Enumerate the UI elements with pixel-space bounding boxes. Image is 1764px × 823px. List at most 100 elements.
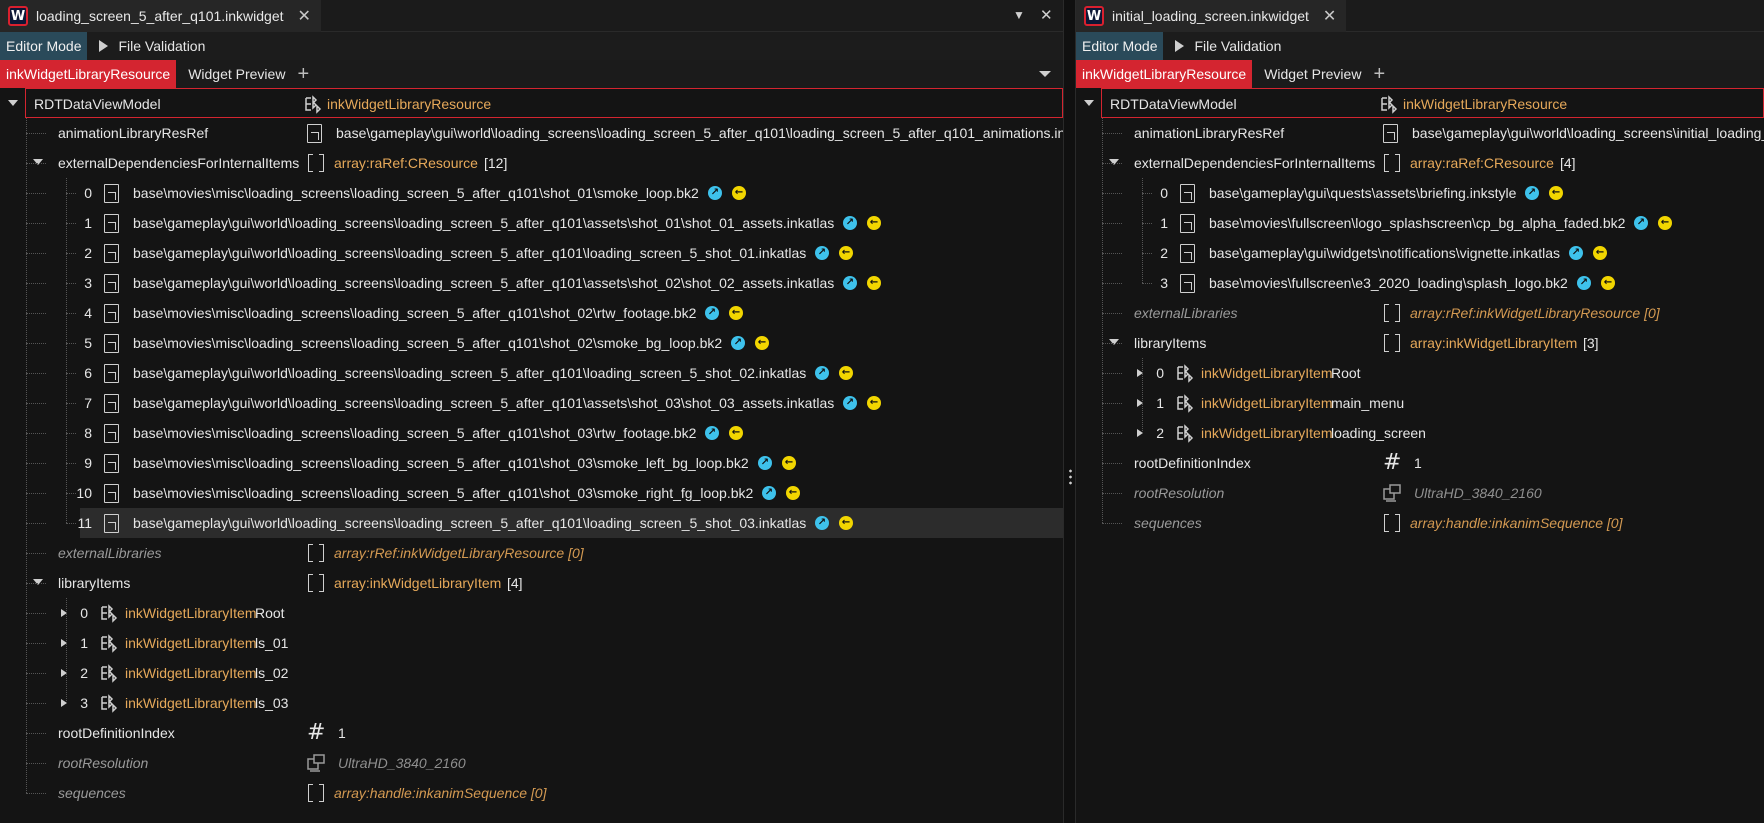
tree-row[interactable]: 4 base\movies\misc\loading_screens\loadin… <box>0 298 1063 328</box>
file-validation-button[interactable]: File Validation <box>99 38 205 54</box>
back-arrow-icon[interactable]: ← <box>755 336 769 350</box>
chevron-down-icon[interactable] <box>33 159 43 165</box>
close-icon[interactable]: ✕ <box>1323 6 1336 26</box>
back-arrow-icon[interactable]: ← <box>729 426 743 440</box>
pane-splitter[interactable] <box>1063 0 1076 823</box>
tree-row[interactable]: libraryItems array:inkWidgetLibraryItem [3… <box>1076 328 1764 358</box>
close-icon[interactable]: ✕ <box>1040 6 1053 24</box>
tree-guide <box>26 283 46 284</box>
tree-row[interactable]: 0 base\gameplay\gui\quests\assets\briefin… <box>1076 178 1764 208</box>
back-arrow-icon[interactable]: ← <box>839 516 853 530</box>
tree-row[interactable]: 5 base\movies\misc\loading_screens\loadin… <box>0 328 1063 358</box>
open-link-icon[interactable]: ↗ <box>815 516 829 530</box>
sequences-label: sequences <box>58 785 126 801</box>
open-link-icon[interactable]: ↗ <box>705 306 719 320</box>
tree-row[interactable]: externalDependenciesForInternalItems arra… <box>1076 148 1764 178</box>
tree-row[interactable]: 2 inkWidgetLibraryItem ls_02 <box>0 658 1063 688</box>
tree-row[interactable]: 1 base\gameplay\gui\world\loading_screens… <box>0 208 1063 238</box>
tree-row[interactable]: animationLibraryResRef base\gameplay\gui\… <box>0 118 1063 148</box>
open-link-icon[interactable]: ↗ <box>815 366 829 380</box>
tree-row[interactable]: 3 base\movies\fullscreen\e3_2020_loading\… <box>1076 268 1764 298</box>
tree-row[interactable]: rootResolution UltraHD_3840_2160 <box>0 748 1063 778</box>
editor-mode-button[interactable]: Editor Mode <box>0 32 88 60</box>
tab-inkwidgetlibraryresource[interactable]: inkWidgetLibraryResource <box>1076 60 1253 88</box>
back-arrow-icon[interactable]: ← <box>1593 246 1607 260</box>
tree-row[interactable]: animationLibraryResRef base\gameplay\gui\… <box>1076 118 1764 148</box>
tree-row[interactable]: 3 base\gameplay\gui\world\loading_screens… <box>0 268 1063 298</box>
open-link-icon[interactable]: ↗ <box>731 336 745 350</box>
tree-row[interactable]: 9 base\movies\misc\loading_screens\loadin… <box>0 448 1063 478</box>
back-arrow-icon[interactable]: ← <box>1549 186 1563 200</box>
chevron-down-icon[interactable] <box>8 100 18 106</box>
editor-mode-button[interactable]: Editor Mode <box>1076 32 1164 60</box>
tree-row-root[interactable]: RDTDataViewModel inkWidgetLibraryResource <box>1084 88 1764 118</box>
plus-icon[interactable]: + <box>297 64 309 84</box>
tree-row[interactable]: 2 inkWidgetLibraryItem loading_screen <box>1076 418 1764 448</box>
library-item-type: inkWidgetLibraryItem <box>1201 395 1333 411</box>
back-arrow-icon[interactable]: ← <box>732 186 746 200</box>
tree-row[interactable]: libraryItems array:inkWidgetLibraryItem [4… <box>0 568 1063 598</box>
back-arrow-icon[interactable]: ← <box>786 486 800 500</box>
document-tab[interactable]: W initial_loading_screen.inkwidget ✕ <box>1076 0 1347 32</box>
open-link-icon[interactable]: ↗ <box>843 396 857 410</box>
document-tab[interactable]: W loading_screen_5_after_q101.inkwidget … <box>0 0 321 32</box>
chevron-down-icon[interactable] <box>1039 71 1051 77</box>
tree-row[interactable]: 7 base\gameplay\gui\world\loading_screens… <box>0 388 1063 418</box>
tree-row[interactable]: 0 inkWidgetLibraryItem Root <box>1076 358 1764 388</box>
open-link-icon[interactable]: ↗ <box>1569 246 1583 260</box>
tab-widget-preview[interactable]: Widget Preview <box>176 66 297 82</box>
open-link-icon[interactable]: ↗ <box>762 486 776 500</box>
root-name: RDTDataViewModel <box>1110 96 1237 112</box>
back-arrow-icon[interactable]: ← <box>782 456 796 470</box>
splitter-grip-icon[interactable] <box>1069 468 1072 486</box>
open-link-icon[interactable]: ↗ <box>708 186 722 200</box>
tree-row[interactable]: 0 inkWidgetLibraryItem Root <box>0 598 1063 628</box>
open-link-icon[interactable]: ↗ <box>1634 216 1648 230</box>
chevron-down-icon[interactable] <box>1109 159 1119 165</box>
tree-row[interactable]: 6 base\gameplay\gui\world\loading_screens… <box>0 358 1063 388</box>
file-validation-button[interactable]: File Validation <box>1175 38 1281 54</box>
tree-row[interactable]: 8 base\movies\misc\loading_screens\loadin… <box>0 418 1063 448</box>
tree-row[interactable]: 2 base\gameplay\gui\widgets\notifications… <box>1076 238 1764 268</box>
tree-row[interactable]: externalLibraries array:rRef:inkWidgetLib… <box>0 538 1063 568</box>
tree-row[interactable]: 1 inkWidgetLibraryItem main_menu <box>1076 388 1764 418</box>
tree-row[interactable]: 10 base\movies\misc\loading_screens\loadi… <box>0 478 1063 508</box>
back-arrow-icon[interactable]: ← <box>729 306 743 320</box>
back-arrow-icon[interactable]: ← <box>1601 276 1615 290</box>
tree-row[interactable]: 1 base\movies\fullscreen\logo_splashscree… <box>1076 208 1764 238</box>
open-link-icon[interactable]: ↗ <box>843 276 857 290</box>
tree-row[interactable]: externalDependenciesForInternalItems arra… <box>0 148 1063 178</box>
open-link-icon[interactable]: ↗ <box>1525 186 1539 200</box>
close-icon[interactable]: ✕ <box>298 6 311 26</box>
open-link-icon[interactable]: ↗ <box>758 456 772 470</box>
tab-widget-preview[interactable]: Widget Preview <box>1252 66 1373 82</box>
tree-row-root[interactable]: RDTDataViewModel inkWidgetLibraryResource <box>8 88 1063 118</box>
plus-icon[interactable]: + <box>1373 64 1385 84</box>
chevron-down-icon[interactable] <box>1109 339 1119 345</box>
tree-row[interactable]: 1 inkWidgetLibraryItem ls_01 <box>0 628 1063 658</box>
tree-row[interactable]: sequences array:handle:inkanimSequence [0… <box>0 778 1063 808</box>
back-arrow-icon[interactable]: ← <box>867 276 881 290</box>
chevron-down-icon[interactable] <box>33 579 43 585</box>
tree-row[interactable]: 2 base\gameplay\gui\world\loading_screens… <box>0 238 1063 268</box>
tab-inkwidgetlibraryresource[interactable]: inkWidgetLibraryResource <box>0 60 177 88</box>
tree-row[interactable]: sequences array:handle:inkanimSequence [0… <box>1076 508 1764 538</box>
tree-row[interactable]: 0 base\movies\misc\loading_screens\loadin… <box>0 178 1063 208</box>
chevron-down-icon[interactable]: ▼ <box>1013 8 1025 22</box>
back-arrow-icon[interactable]: ← <box>839 366 853 380</box>
back-arrow-icon[interactable]: ← <box>1658 216 1672 230</box>
tree-row[interactable]: 11 base\gameplay\gui\world\loading_screen… <box>66 508 1063 538</box>
back-arrow-icon[interactable]: ← <box>839 246 853 260</box>
back-arrow-icon[interactable]: ← <box>867 216 881 230</box>
tree-row[interactable]: rootDefinitionIndex #1 <box>1076 448 1764 478</box>
tree-row[interactable]: rootDefinitionIndex #1 <box>0 718 1063 748</box>
back-arrow-icon[interactable]: ← <box>867 396 881 410</box>
tree-row[interactable]: 3 inkWidgetLibraryItem ls_03 <box>0 688 1063 718</box>
open-link-icon[interactable]: ↗ <box>843 216 857 230</box>
open-link-icon[interactable]: ↗ <box>1577 276 1591 290</box>
open-link-icon[interactable]: ↗ <box>815 246 829 260</box>
chevron-down-icon[interactable] <box>1084 100 1094 106</box>
tree-row[interactable]: rootResolution UltraHD_3840_2160 <box>1076 478 1764 508</box>
tree-row[interactable]: externalLibraries array:rRef:inkWidgetLib… <box>1076 298 1764 328</box>
open-link-icon[interactable]: ↗ <box>705 426 719 440</box>
